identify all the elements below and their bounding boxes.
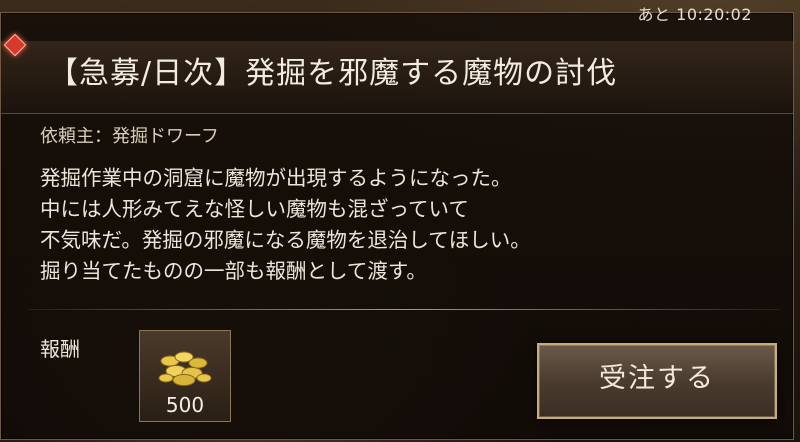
description-line: 掘り当てたものの一部も報酬として渡す。	[40, 259, 427, 283]
quest-title: 【急募/日次】発掘を邪魔する魔物の討伐	[48, 56, 618, 91]
reward-count: 500	[165, 393, 205, 417]
quest-client: 依頼主：発掘ドワーフ	[40, 126, 219, 147]
reward-label: 報酬	[40, 337, 80, 361]
divider	[28, 309, 780, 310]
accept-quest-button[interactable]: 受注する	[537, 343, 777, 419]
reward-item[interactable]: 500	[139, 330, 231, 422]
description-line: 中には人形みてえな怪しい魔物も混ざっていて	[40, 197, 469, 221]
gold-coins-icon	[158, 351, 212, 386]
description-line: 発掘作業中の洞窟に魔物が出現するようになった。	[40, 166, 512, 190]
description-line: 不気味だ。発掘の邪魔になる魔物を退治してほしい。	[40, 228, 531, 252]
quest-description: 発掘作業中の洞窟に魔物が出現するようになった。 中には人形みてえな怪しい魔物も混…	[40, 163, 760, 287]
time-remaining: あと 10:20:02	[637, 5, 752, 24]
